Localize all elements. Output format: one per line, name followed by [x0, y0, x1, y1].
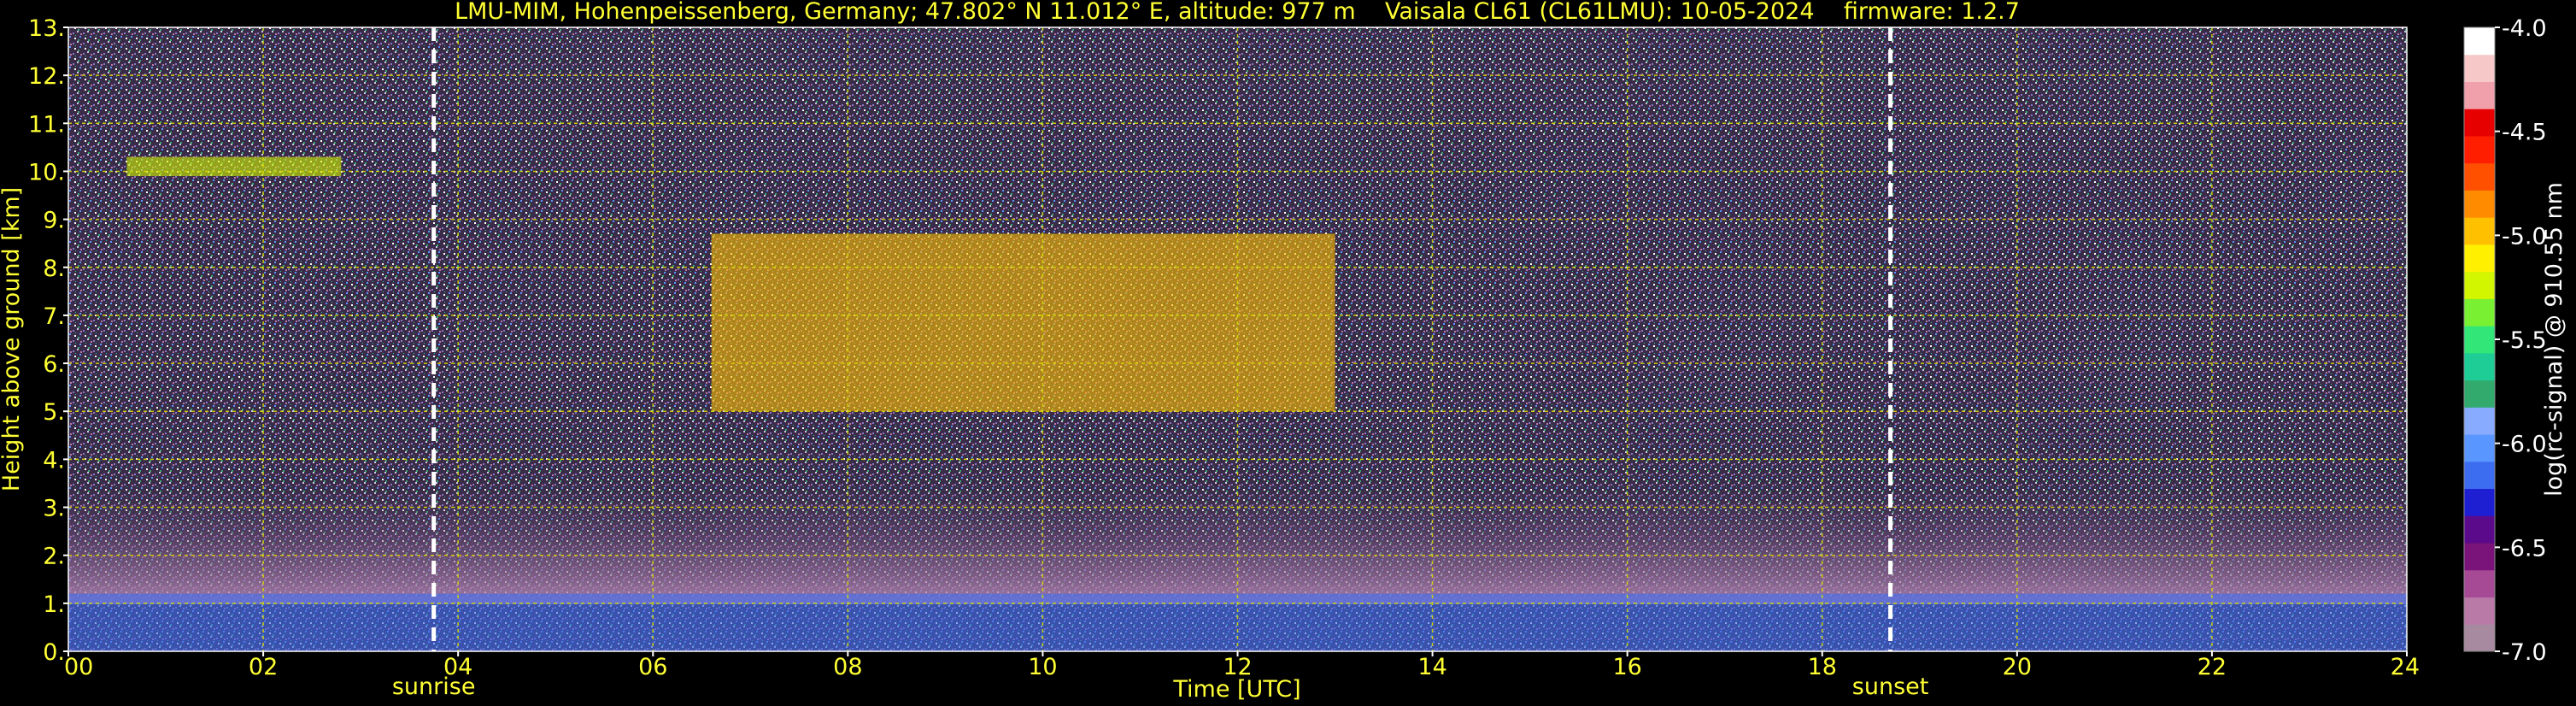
x-tick-label: 22 — [2198, 654, 2227, 680]
x-tick-label: 20 — [2003, 654, 2032, 680]
y-tick-label: 2. — [43, 544, 65, 570]
colorbar-swatch — [2464, 271, 2495, 299]
y-tick-label: 3. — [43, 496, 65, 522]
lidar-chart: sunrise sunset 00 02 04 06 08 10 12 14 16 18 20 22 24… — [0, 0, 2567, 703]
x-tick-label: 16 — [1612, 654, 1641, 680]
colorbar-label: log(rc-signal) @ 910.55 nm — [2541, 182, 2567, 497]
feature-2 — [126, 156, 342, 177]
y-tick-label: 13. — [28, 15, 65, 42]
colorbar-swatch — [2464, 326, 2495, 354]
colorbar-tick-label: -5.5 — [2502, 327, 2547, 354]
x-tick-label: 04 — [443, 654, 472, 680]
colorbar-tick-label: -7.0 — [2502, 639, 2547, 666]
colorbar-tick-label: -4.5 — [2502, 120, 2547, 146]
y-tick-label: 6. — [43, 351, 65, 378]
colorbar-swatch — [2464, 81, 2495, 109]
y-axis-label: Height above ground [km] — [0, 187, 25, 491]
colorbar-swatch — [2464, 54, 2495, 82]
y-tick-label: 7. — [43, 303, 65, 330]
y-tick-label: 12. — [28, 63, 65, 90]
chart-title: LMU-MIM, Hohenpeissenberg, Germany; 47.8… — [455, 0, 2020, 25]
colorbar-tick-label: -5.0 — [2502, 223, 2547, 250]
colorbar-swatch — [2464, 217, 2495, 245]
colorbar-swatch — [2464, 434, 2495, 462]
colorbar-swatch — [2464, 135, 2495, 164]
colorbar-swatch — [2464, 597, 2495, 625]
x-tick-label: 08 — [833, 654, 862, 680]
x-tick-label: 14 — [1417, 654, 1446, 680]
y-tick-label: 5. — [43, 399, 65, 426]
colorbar-swatch — [2464, 298, 2495, 327]
colorbar-swatch — [2464, 515, 2495, 544]
y-tick-label: 8. — [43, 256, 65, 282]
colorbar-swatch — [2464, 109, 2495, 137]
y-tick-label: 11. — [28, 111, 65, 138]
colorbar-swatch — [2464, 379, 2495, 408]
x-tick-label: 00 — [64, 654, 93, 680]
colorbar-swatch — [2464, 543, 2495, 571]
colorbar-swatch — [2464, 407, 2495, 435]
colorbar-swatch — [2464, 488, 2495, 516]
colorbar-tick-label: -6.5 — [2502, 535, 2547, 562]
colorbar-swatch — [2464, 569, 2495, 598]
feature-1 — [711, 233, 1335, 412]
colorbar-swatch — [2464, 244, 2495, 273]
sunset-label: sunset — [1852, 674, 1929, 700]
colorbar-swatch — [2464, 190, 2495, 218]
colorbar-tick-label: -4.0 — [2502, 15, 2547, 42]
y-tick-label: 1. — [43, 591, 65, 618]
colorbar-swatch — [2464, 162, 2495, 191]
colorbar-swatch — [2464, 461, 2495, 490]
y-tick-label: 0. — [43, 639, 65, 666]
y-tick-label: 4. — [43, 447, 65, 474]
x-tick-label: 02 — [249, 654, 278, 680]
colorbar-swatch — [2464, 624, 2495, 652]
y-tick-label: 10. — [28, 159, 65, 185]
colorbar: -4.0 -4.5 -5.0 -5.5 -6.0 -6.5 -7.0 — [2463, 15, 2547, 666]
x-tick-label: 10 — [1028, 654, 1057, 680]
y-tick-label: 9. — [43, 208, 65, 234]
x-tick-label: 06 — [638, 654, 667, 680]
x-tick-label: 24 — [2391, 654, 2420, 680]
colorbar-tick-label: -6.0 — [2502, 432, 2547, 458]
colorbar-swatch — [2464, 27, 2495, 56]
x-tick-label: 18 — [1808, 654, 1837, 680]
x-axis-label: Time [UTC] — [1172, 676, 1300, 703]
colorbar-swatch — [2464, 352, 2495, 381]
